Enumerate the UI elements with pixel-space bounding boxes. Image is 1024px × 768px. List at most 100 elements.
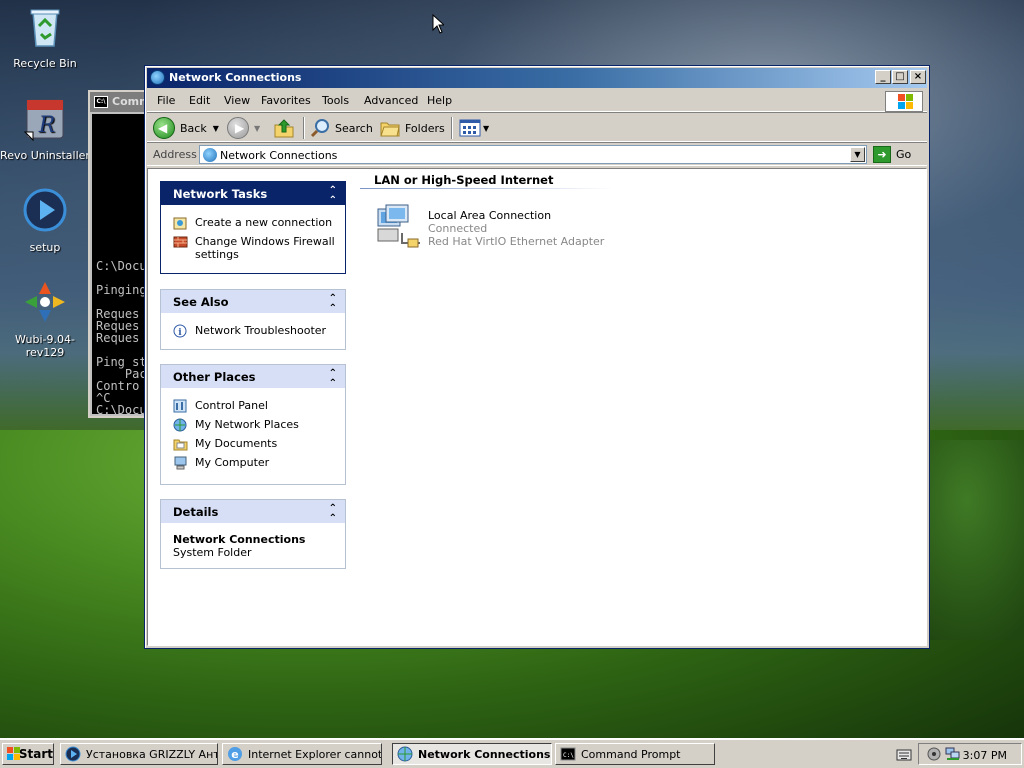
menu-view[interactable]: View [224, 94, 250, 107]
menu-favorites[interactable]: Favorites [261, 94, 311, 107]
chevron-down-icon: ▼ [483, 123, 490, 133]
folders-button[interactable]: Folders [379, 116, 445, 140]
standard-toolbar: ◀ Back ▼ ▶ ▼ Search Folders ▼ [147, 112, 927, 142]
close-button[interactable]: × [910, 70, 926, 84]
folder-content[interactable]: Network Tasks ⌃ ⌃ Create a new connection… [147, 168, 927, 646]
menu-file[interactable]: File [157, 94, 175, 107]
folders-label: Folders [405, 121, 445, 135]
toolbar-separator [303, 117, 305, 139]
place-label: My Computer [195, 456, 270, 469]
windows-logo-icon [885, 91, 923, 112]
window-title: Network Connections [169, 71, 302, 84]
views-button[interactable]: ▼ [459, 116, 489, 140]
place-my-documents[interactable]: My Documents [161, 437, 345, 451]
connection-adapter: Red Hat VirtIO Ethernet Adapter [428, 235, 605, 248]
network-tasks-header[interactable]: Network Tasks ⌃ ⌃ [161, 182, 345, 206]
desktop-icon-revo-uninstaller[interactable]: R Revo Uninstaller [0, 94, 93, 162]
menu-edit[interactable]: Edit [189, 94, 210, 107]
place-my-computer[interactable]: My Computer [161, 456, 345, 470]
details-pane: Details ⌃ ⌃ Network Connections System Fo… [160, 499, 346, 569]
menu-help[interactable]: Help [427, 94, 452, 107]
mouse-cursor-icon [432, 14, 444, 34]
recycle-bin-icon [30, 9, 60, 47]
connection-name: Local Area Connection [428, 209, 552, 222]
desktop-icon-setup[interactable]: setup [0, 186, 93, 254]
go-button[interactable]: ➜ Go [873, 146, 911, 163]
place-my-network-places[interactable]: My Network Places [161, 418, 345, 432]
address-dropdown-button[interactable]: ▼ [850, 147, 865, 162]
taskbar-item-network-connections[interactable]: Network Connections [392, 743, 552, 765]
keyboard-icon[interactable] [896, 748, 912, 762]
see-also-pane: See Also ⌃ ⌃ i Network Troubleshooter [160, 289, 346, 350]
system-tray: 3:07 PM [918, 743, 1022, 765]
other-places-header[interactable]: Other Places ⌃ ⌃ [161, 365, 345, 389]
chevron-down-icon: ▼ [254, 123, 261, 133]
forward-button[interactable]: ▶ ▼ [227, 116, 260, 140]
go-arrow-icon: ➜ [873, 146, 891, 163]
collapse-chevron-icon[interactable]: ⌃ ⌃ [329, 186, 337, 206]
see-also-network-troubleshooter[interactable]: i Network Troubleshooter [161, 324, 345, 338]
see-also-header[interactable]: See Also ⌃ ⌃ [161, 290, 345, 314]
pane-title: Other Places [173, 370, 256, 384]
my-documents-icon [173, 439, 188, 451]
collapse-chevron-icon[interactable]: ⌃ ⌃ [329, 504, 337, 524]
task-label: Create a new connection [195, 216, 333, 229]
taskbar-clock[interactable]: 3:07 PM [963, 749, 1007, 762]
revo-uninstaller-icon: R [23, 99, 64, 142]
menu-tools[interactable]: Tools [322, 94, 349, 107]
task-create-connection[interactable]: Create a new connection [161, 216, 345, 230]
start-button[interactable]: Start [2, 743, 54, 765]
chevron-down-icon: ▼ [212, 123, 219, 133]
desktop-icon-label: Recycle Bin [13, 57, 77, 70]
taskbar-item-command-prompt[interactable]: C:\ Command Prompt [555, 743, 715, 765]
maximize-button[interactable]: □ [892, 70, 908, 84]
back-button[interactable]: ◀ Back ▼ [153, 116, 219, 140]
network-connections-window[interactable]: Network Connections _ □ × File Edit View… [144, 65, 930, 649]
network-places-icon [173, 418, 187, 432]
window-titlebar[interactable]: Network Connections _ □ × [147, 68, 927, 88]
svg-text:e: e [231, 748, 238, 761]
address-input[interactable]: Network Connections ▼ [199, 145, 867, 164]
network-tray-icon[interactable] [945, 747, 961, 761]
desktop-icon-recycle-bin[interactable]: Recycle Bin [0, 2, 93, 70]
back-label: Back [180, 121, 207, 135]
task-label: Change Windows Firewall settings [195, 235, 335, 261]
console-line: Pinging [96, 283, 147, 297]
back-arrow-icon: ◀ [153, 117, 175, 139]
section-divider [360, 188, 614, 189]
console-icon: C:\ [94, 96, 108, 108]
toolbar-separator [451, 117, 453, 139]
search-icon [310, 119, 329, 138]
desktop-icon-label: Revo Uninstaller [0, 149, 90, 162]
collapse-chevron-icon[interactable]: ⌃ ⌃ [329, 369, 337, 389]
taskbar-item-internet-explorer[interactable]: e Internet Explorer cannot... [222, 743, 382, 765]
svg-text:i: i [178, 328, 182, 338]
menu-bar: File Edit View Favorites Tools Advanced … [147, 90, 927, 112]
task-change-firewall[interactable]: Change Windows Firewall settings [161, 235, 345, 261]
minimize-button[interactable]: _ [875, 70, 891, 84]
task-label: Internet Explorer cannot... [248, 747, 382, 761]
windows-flag-icon [7, 747, 20, 761]
network-globe-icon [203, 148, 217, 162]
place-label: My Network Places [195, 418, 299, 431]
svg-text:C:\: C:\ [563, 752, 574, 759]
details-header[interactable]: Details ⌃ ⌃ [161, 500, 345, 524]
address-value: Network Connections [220, 149, 338, 162]
see-also-label: Network Troubleshooter [195, 324, 327, 337]
lan-section-header: LAN or High-Speed Internet [374, 173, 554, 187]
menu-advanced[interactable]: Advanced [364, 94, 418, 107]
search-button[interactable]: Search [309, 116, 373, 140]
other-places-pane: Other Places ⌃ ⌃ Control Panel My Network… [160, 364, 346, 485]
setup-icon [23, 188, 67, 232]
task-label: Command Prompt [581, 747, 681, 761]
desktop-icon-wubi[interactable]: Wubi-9.04-rev129 [0, 278, 93, 359]
place-control-panel[interactable]: Control Panel [161, 399, 345, 413]
taskbar-item-grizzly-setup[interactable]: Установка GRIZZLY Ант... [60, 743, 218, 765]
up-folder-button[interactable] [273, 116, 295, 140]
wubi-icon [25, 282, 65, 322]
tray-status-icon[interactable] [927, 747, 941, 761]
folders-icon [380, 122, 400, 137]
collapse-chevron-icon[interactable]: ⌃ ⌃ [329, 294, 337, 314]
desktop-icon-label: Wubi-9.04-rev129 [15, 333, 75, 359]
desktop-icon-label: setup [29, 241, 61, 254]
